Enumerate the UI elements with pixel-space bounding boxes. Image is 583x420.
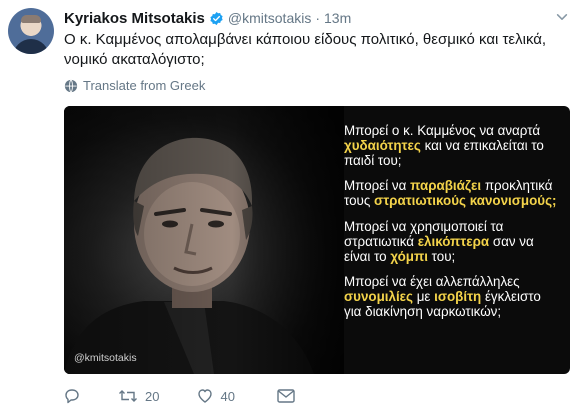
caption-highlight: συνομιλίες (344, 289, 413, 305)
globe-icon (64, 79, 78, 92)
caption-paragraph-4: Μπορεί να έχει αλλεπάλληλες συνομιλίες μ… (344, 274, 559, 319)
portrait-photo (64, 106, 344, 374)
avatar[interactable] (8, 8, 54, 54)
tweet-media-image[interactable]: Μπορεί ο κ. Καμμένος να αναρτά χυδαιότητ… (64, 106, 570, 374)
tweet-card[interactable]: Kyriakos Mitsotakis @kmitsotakis · 13m Ο… (0, 0, 583, 420)
verified-badge-icon (210, 11, 223, 25)
caption-text: Μπορεί να έχει αλλεπάλληλες (344, 274, 520, 290)
caption-highlight: ισοβίτη (434, 289, 482, 305)
caption-text: Μπορεί ο κ. Καμμένος να αναρτά (344, 123, 541, 138)
caption-highlight: χόμπι (390, 248, 428, 264)
retweet-button[interactable]: 20 (118, 388, 159, 404)
caption-text: με (412, 289, 435, 305)
tweet-header: Kyriakos Mitsotakis @kmitsotakis · 13m (64, 9, 351, 27)
like-button[interactable]: 40 (197, 388, 235, 404)
reply-icon (65, 389, 79, 404)
caption-highlight: χυδαιότητες (344, 137, 421, 153)
translate-link[interactable]: Translate from Greek (64, 78, 205, 93)
caption-text: του; (427, 248, 456, 264)
caption-highlight: στρατιωτικούς κανονισμούς; (374, 193, 557, 209)
heart-icon (198, 389, 213, 403)
mail-icon (277, 389, 295, 403)
image-caption-text: Μπορεί ο κ. Καμμένος να αναρτά χυδαιότητ… (344, 123, 559, 331)
image-watermark: @kmitsotakis (74, 352, 137, 364)
caption-text: Μπορεί να (344, 178, 411, 194)
separator-dot: · (315, 10, 321, 26)
caption-highlight: παραβιάζει (410, 178, 482, 194)
tweet-actions: 20 40 (64, 386, 364, 406)
chevron-down-icon[interactable] (555, 10, 569, 24)
author-name[interactable]: Kyriakos Mitsotakis (64, 10, 205, 27)
author-handle[interactable]: @kmitsotakis (228, 10, 311, 26)
caption-paragraph-1: Μπορεί ο κ. Καμμένος να αναρτά χυδαιότητ… (344, 123, 559, 168)
timestamp[interactable]: 13m (324, 10, 351, 26)
retweet-icon (119, 390, 137, 402)
caption-highlight: ελικόπτερα (417, 233, 490, 249)
direct-message-button[interactable] (277, 389, 295, 403)
reply-button[interactable] (64, 388, 80, 404)
portrait-silhouette (64, 106, 344, 374)
like-count: 40 (220, 388, 235, 404)
caption-paragraph-2: Μπορεί να παραβιάζει προκλητικά τους στρ… (344, 178, 559, 209)
caption-paragraph-3: Μπορεί να χρησιμοποιεί τα στρατιωτικά ελ… (344, 219, 559, 264)
avatar-hair (21, 15, 41, 23)
retweet-count: 20 (145, 388, 160, 404)
avatar-suit (13, 39, 49, 54)
tweet-text: Ο κ. Καμμένος απολαμβάνει κάποιου είδους… (64, 31, 547, 68)
translate-label: Translate from Greek (83, 78, 206, 93)
